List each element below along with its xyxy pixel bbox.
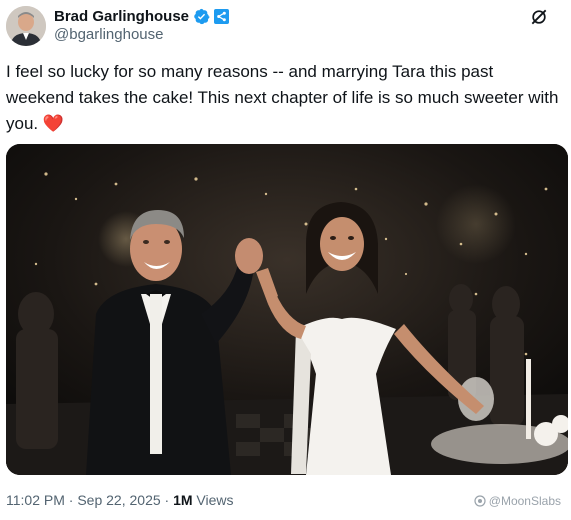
meta-separator: · xyxy=(64,492,78,508)
watermark-logo-icon xyxy=(474,495,486,507)
watermark: @MoonSlabs xyxy=(474,494,561,508)
tweet-meta: 11:02 PM · Sep 22, 2025 · 1M Views xyxy=(6,492,234,508)
meta-separator: · xyxy=(160,492,174,508)
tweet-photo[interactable] xyxy=(6,144,568,475)
author-handle[interactable]: @bgarlinghouse xyxy=(54,26,163,43)
tweet-date[interactable]: Sep 22, 2025 xyxy=(77,492,160,508)
tweet-body: I feel so lucky for so many reasons -- a… xyxy=(6,62,559,133)
views-count: 1M xyxy=(173,492,193,508)
author-name-row: Brad Garlinghouse xyxy=(54,6,230,26)
tweet-time[interactable]: 11:02 PM xyxy=(6,492,65,508)
tweet-text: I feel so lucky for so many reasons -- a… xyxy=(6,59,561,137)
views-label: Views xyxy=(192,492,234,508)
watermark-text: @MoonSlabs xyxy=(488,494,561,508)
heart-emoji-icon: ❤️ xyxy=(42,114,65,133)
author-name[interactable]: Brad Garlinghouse xyxy=(54,8,189,25)
avatar-image xyxy=(6,6,46,46)
grok-icon[interactable] xyxy=(529,7,549,27)
verified-badge-icon xyxy=(194,8,210,24)
avatar[interactable] xyxy=(6,6,46,46)
wedding-photo xyxy=(6,144,568,475)
ripple-logo-icon[interactable] xyxy=(214,8,230,24)
